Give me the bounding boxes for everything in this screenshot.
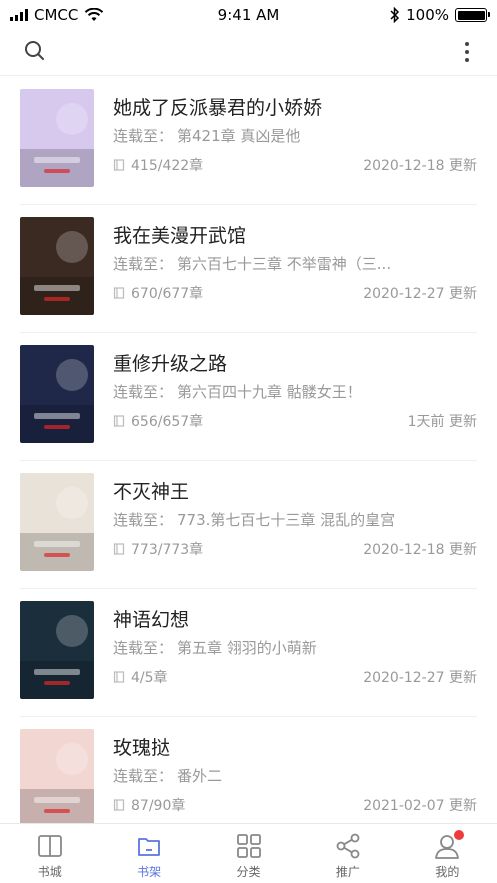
book-cover[interactable] (20, 601, 94, 699)
share-icon (336, 833, 360, 859)
search-icon[interactable] (20, 36, 50, 66)
book-item[interactable]: 重修升级之路 连载至： 第六百四十九章 骷髅女王！ 656/657章 1天前 更新 (20, 333, 477, 461)
latest-chapter-prefix: 连载至： (113, 127, 174, 145)
notification-badge (453, 830, 464, 840)
book-item[interactable]: 不灭神王 连载至： 773.第七百七十三章 混乱的皇宫 773/773章 2020… (20, 461, 477, 589)
tab-bookshelf-label: 书架 (137, 865, 162, 879)
bluetooth-icon (390, 7, 400, 23)
reading-progress: 87/90章 (113, 795, 185, 815)
update-time: 2020-12-27 更新 (363, 670, 477, 686)
latest-chapter: 连载至： 第六百四十九章 骷髅女王！ (113, 381, 413, 402)
latest-chapter-title: 第421章 真凶是他 (177, 127, 301, 145)
latest-chapter-title: 番外二 (177, 767, 223, 785)
reading-progress: 4/5章 (113, 667, 168, 687)
grid-icon (236, 834, 261, 858)
tab-category[interactable]: 分类 (199, 824, 298, 883)
reading-progress: 415/422章 (113, 155, 203, 175)
chapter-icon (113, 415, 125, 427)
book-title[interactable]: 神语幻想 (113, 605, 189, 632)
book-cover[interactable] (20, 345, 94, 443)
update-time: 2021-02-07 更新 (363, 798, 477, 814)
latest-chapter: 连载至： 773.第七百七十三章 混乱的皇宫 (113, 509, 413, 530)
battery-icon (455, 8, 490, 22)
latest-chapter-title: 773.第七百七十三章 混乱的皇宫 (177, 511, 396, 529)
chapter-icon (113, 159, 125, 171)
more-vertical-icon[interactable] (457, 38, 477, 68)
tab-promotion[interactable]: 推广 (298, 824, 397, 883)
book-title[interactable]: 重修升级之路 (113, 349, 227, 376)
latest-chapter: 连载至： 第五章 翎羽的小萌新 (113, 637, 413, 658)
reading-progress: 656/657章 (113, 411, 203, 431)
chapter-icon (113, 799, 125, 811)
chapter-icon (113, 287, 125, 299)
book-title[interactable]: 她成了反派暴君的小娇娇 (113, 93, 322, 120)
latest-chapter-prefix: 连载至： (113, 639, 174, 657)
update-time: 1天前 更新 (407, 414, 477, 430)
tab-profile-label: 我的 (435, 865, 460, 879)
latest-chapter-prefix: 连载至： (113, 383, 174, 401)
book-item[interactable]: 玫瑰挞 连载至： 番外二 87/90章 2021-02-07 更新 (20, 717, 477, 823)
progress-text: 656/657章 (131, 414, 204, 430)
chapter-icon (113, 671, 125, 683)
progress-text: 87/90章 (131, 798, 186, 814)
tab-profile[interactable]: 我的 (398, 824, 497, 883)
progress-text: 4/5章 (131, 670, 168, 686)
status-bar: CMCC 9:41 AM 100% (0, 0, 497, 30)
update-time: 2020-12-18 更新 (363, 158, 477, 174)
latest-chapter-prefix: 连载至： (113, 511, 174, 529)
reading-progress: 670/677章 (113, 283, 203, 303)
book-item[interactable]: 神语幻想 连载至： 第五章 翎羽的小萌新 4/5章 2020-12-27 更新 (20, 589, 477, 717)
tab-bookstore[interactable]: 书城 (0, 824, 99, 883)
battery-percent: 100% (406, 6, 449, 24)
chapter-icon (113, 543, 125, 555)
tab-promotion-label: 推广 (335, 865, 360, 879)
book-cover[interactable] (20, 729, 94, 823)
latest-chapter: 连载至： 第421章 真凶是他 (113, 125, 413, 146)
update-time: 2020-12-18 更新 (363, 542, 477, 558)
progress-text: 670/677章 (131, 286, 204, 302)
book-cover[interactable] (20, 473, 94, 571)
book-title[interactable]: 玫瑰挞 (113, 733, 170, 760)
latest-chapter-prefix: 连载至： (113, 255, 174, 273)
tab-bookshelf[interactable]: 书架 (99, 824, 198, 883)
progress-text: 415/422章 (131, 158, 204, 174)
latest-chapter-title: 第五章 翎羽的小萌新 (177, 639, 317, 657)
latest-chapter-title: 第六百七十三章 不举雷神（三... (177, 255, 392, 273)
reading-progress: 773/773章 (113, 539, 203, 559)
book-item[interactable]: 她成了反派暴君的小娇娇 连载至： 第421章 真凶是他 415/422章 2020… (20, 77, 477, 205)
bookshelf-icon (138, 838, 161, 856)
latest-chapter: 连载至： 番外二 (113, 765, 413, 786)
book-open-icon (37, 835, 62, 857)
book-title[interactable]: 我在美漫开武馆 (113, 221, 246, 248)
bookshelf-list: 她成了反派暴君的小娇娇 连载至： 第421章 真凶是他 415/422章 2020… (0, 77, 497, 823)
book-cover[interactable] (20, 89, 94, 187)
tab-category-label: 分类 (236, 865, 261, 879)
bottom-tab-bar: 书城 书架 分类 推广 我的 (0, 823, 497, 883)
book-title[interactable]: 不灭神王 (113, 477, 189, 504)
clock: 9:41 AM (217, 6, 280, 24)
top-nav-bar (0, 30, 497, 76)
latest-chapter: 连载至： 第六百七十三章 不举雷神（三... (113, 253, 413, 274)
latest-chapter-title: 第六百四十九章 骷髅女王！ (177, 383, 362, 401)
tab-bookstore-label: 书城 (37, 865, 62, 879)
book-item[interactable]: 我在美漫开武馆 连载至： 第六百七十三章 不举雷神（三... 670/677章 2… (20, 205, 477, 333)
book-cover[interactable] (20, 217, 94, 315)
progress-text: 773/773章 (131, 542, 204, 558)
latest-chapter-prefix: 连载至： (113, 767, 174, 785)
update-time: 2020-12-27 更新 (363, 286, 477, 302)
